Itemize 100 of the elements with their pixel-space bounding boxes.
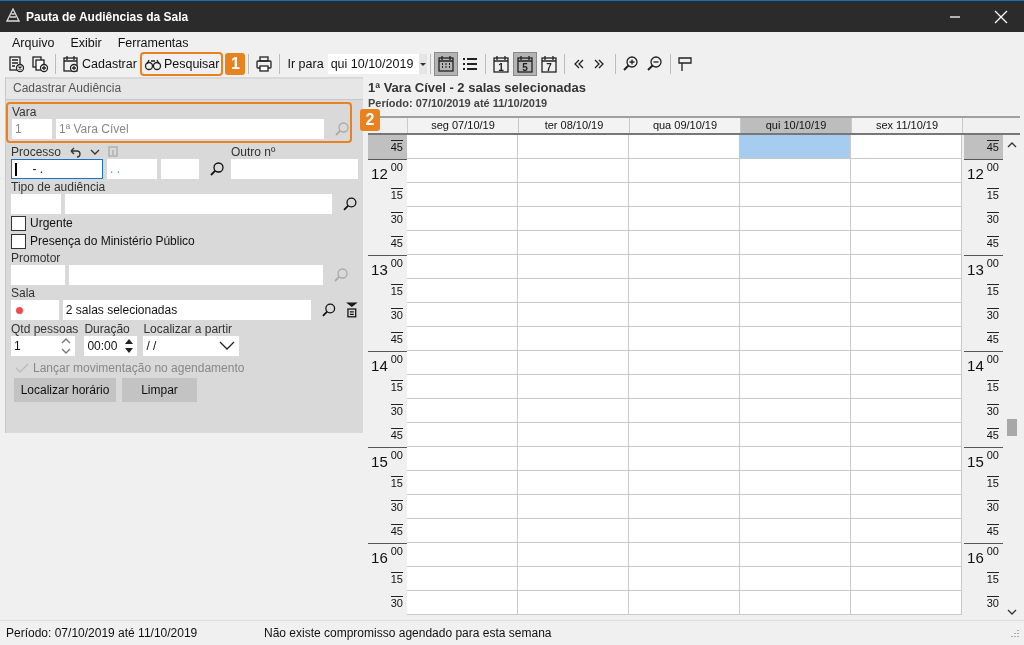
calendar-cell[interactable]: [518, 351, 629, 375]
menu-item[interactable]: Ferramentas: [117, 36, 189, 50]
calendar-cell[interactable]: [740, 159, 851, 183]
checkbox[interactable]: [11, 233, 26, 249]
calendar-cell[interactable]: [518, 567, 629, 591]
calendar-cell[interactable]: [629, 423, 740, 447]
calendar-cell[interactable]: [629, 543, 740, 567]
input-field[interactable]: [64, 194, 333, 214]
calendar-cell[interactable]: [518, 447, 629, 471]
calendar-cell[interactable]: [851, 519, 962, 543]
calendar-cell[interactable]: [851, 375, 962, 399]
calendar-cell[interactable]: [740, 567, 851, 591]
checkbox[interactable]: [11, 215, 26, 231]
calendar-cell[interactable]: [518, 279, 629, 303]
calendar-cell[interactable]: [518, 591, 629, 615]
input-field[interactable]: . .: [107, 159, 157, 179]
calendar-cell[interactable]: [740, 447, 851, 471]
calendar-cell[interactable]: [407, 279, 518, 303]
calendar-cell[interactable]: [851, 423, 962, 447]
calendar-cell[interactable]: [407, 471, 518, 495]
calendar-cell[interactable]: [629, 375, 740, 399]
calendar-cell[interactable]: [407, 327, 518, 351]
calendar-cell[interactable]: [851, 471, 962, 495]
input-field[interactable]: 1: [11, 336, 75, 356]
calendar-cell[interactable]: [407, 351, 518, 375]
calendar-cell[interactable]: [407, 303, 518, 327]
calendar-cell[interactable]: [629, 303, 740, 327]
calendar-cell[interactable]: [851, 231, 962, 255]
calendar-cell[interactable]: [740, 423, 851, 447]
calendar-cell[interactable]: [740, 183, 851, 207]
calendar-cell[interactable]: [740, 495, 851, 519]
calendar-cell[interactable]: [407, 183, 518, 207]
calendar-cell[interactable]: [740, 591, 851, 615]
calendar-cell[interactable]: [518, 231, 629, 255]
calendar-cell[interactable]: [629, 399, 740, 423]
calendar-cell[interactable]: [629, 135, 740, 159]
calendar-cell[interactable]: [629, 591, 740, 615]
toolbar-button[interactable]: [433, 51, 458, 76]
calendar-cell[interactable]: [629, 327, 740, 351]
calendar-cell[interactable]: [851, 135, 962, 159]
calendar-cell[interactable]: [740, 303, 851, 327]
input-field[interactable]: - .: [11, 159, 103, 179]
input-field[interactable]: 00:00: [84, 336, 138, 356]
calendar-cell[interactable]: [629, 447, 740, 471]
calendar-cell[interactable]: [407, 255, 518, 279]
calendar-cell[interactable]: [518, 303, 629, 327]
calendar-cell[interactable]: [629, 183, 740, 207]
calendar-cell[interactable]: [629, 207, 740, 231]
calendar-cell[interactable]: [407, 519, 518, 543]
calendar-cell[interactable]: [518, 207, 629, 231]
calendar-cell[interactable]: [629, 471, 740, 495]
calendar-cell[interactable]: [518, 135, 629, 159]
calendar-cell[interactable]: [851, 567, 962, 591]
calendar-cell[interactable]: [740, 231, 851, 255]
calendar-cell[interactable]: [740, 255, 851, 279]
calendar-cell[interactable]: [518, 495, 629, 519]
date-dropdown[interactable]: / /: [143, 336, 240, 356]
input-field[interactable]: [161, 159, 199, 179]
calendar-cell[interactable]: [407, 375, 518, 399]
calendar-cell[interactable]: [851, 327, 962, 351]
calendar-cell[interactable]: [518, 471, 629, 495]
menu-item[interactable]: Exibir: [70, 36, 102, 50]
calendar-cell[interactable]: [407, 231, 518, 255]
input-field[interactable]: [69, 265, 323, 285]
calendar-cell[interactable]: [407, 543, 518, 567]
find-time-button[interactable]: Localizar horário: [14, 378, 116, 402]
calendar-cell[interactable]: [407, 591, 518, 615]
calendar-cell[interactable]: [518, 399, 629, 423]
calendar-cell[interactable]: [407, 399, 518, 423]
input-field[interactable]: [11, 300, 59, 320]
calendar-cell[interactable]: [629, 159, 740, 183]
calendar-cell[interactable]: [851, 399, 962, 423]
search-button[interactable]: Pesquisar: [139, 51, 224, 76]
calendar-cell[interactable]: [740, 375, 851, 399]
calendar-cell[interactable]: [629, 279, 740, 303]
calendar-cell[interactable]: [851, 591, 962, 615]
calendar-cell[interactable]: [851, 159, 962, 183]
calendar-cell[interactable]: [407, 447, 518, 471]
calendar-cell[interactable]: [629, 351, 740, 375]
scroll-thumb[interactable]: [1007, 419, 1017, 436]
add-button[interactable]: Cadastrar: [59, 51, 140, 76]
calendar-cell[interactable]: [740, 135, 851, 159]
calendar-cell[interactable]: [851, 207, 962, 231]
calendar-cell[interactable]: [629, 567, 740, 591]
calendar-cell[interactable]: [407, 567, 518, 591]
calendar-cell[interactable]: [629, 519, 740, 543]
calendar-cell[interactable]: [407, 207, 518, 231]
calendar-cell[interactable]: [740, 399, 851, 423]
calendar-cell[interactable]: [851, 303, 962, 327]
input-field[interactable]: [11, 194, 61, 214]
calendar-cell[interactable]: [629, 495, 740, 519]
calendar-cell[interactable]: [518, 327, 629, 351]
calendar-cell[interactable]: [851, 255, 962, 279]
menu-item[interactable]: Arquivo: [12, 36, 55, 50]
calendar-cell[interactable]: [407, 135, 518, 159]
calendar-cell[interactable]: [518, 255, 629, 279]
calendar-cell[interactable]: [740, 207, 851, 231]
calendar-cell[interactable]: [740, 543, 851, 567]
calendar-cell[interactable]: [851, 351, 962, 375]
calendar-cell[interactable]: [629, 255, 740, 279]
